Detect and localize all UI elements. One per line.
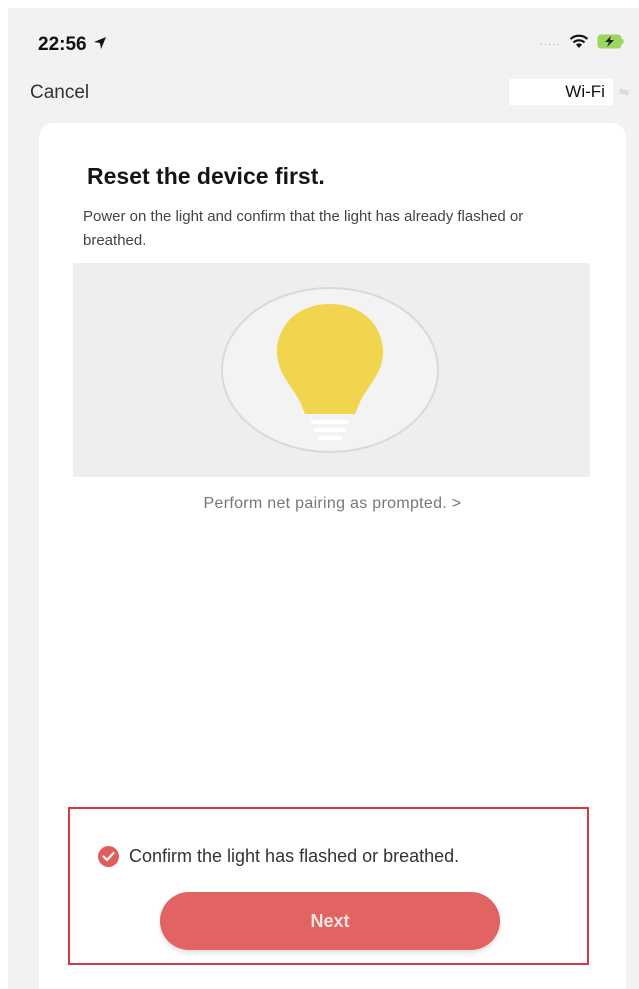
app-screen: 22:56 ····· Cancel Wi-Fi ⇋ Reset the dev… (8, 8, 639, 989)
confirm-label: Confirm the light has flashed or breathe… (129, 846, 460, 866)
check-icon (102, 851, 115, 862)
wifi-icon (569, 34, 589, 54)
confirm-checkbox[interactable] (98, 846, 119, 867)
location-arrow-icon (93, 34, 107, 56)
confirm-row[interactable]: Confirm the light has flashed or breathe… (98, 846, 459, 867)
instruction-text: Power on the light and confirm that the … (83, 208, 524, 249)
wifi-switch-icon: ⇋ (618, 85, 629, 99)
cancel-button[interactable]: Cancel (30, 82, 89, 104)
wifi-selector[interactable]: Wi-Fi ⇋ (509, 79, 629, 105)
wifi-label: Wi-Fi (509, 79, 613, 105)
net-pairing-link[interactable]: Perform net pairing as prompted. > (39, 495, 626, 513)
page-title: Reset the device first. (87, 163, 325, 189)
light-bulb-illustration (73, 263, 590, 477)
battery-charging-icon (597, 34, 625, 54)
next-button[interactable]: Next (160, 892, 500, 950)
status-bar-icons: ····· (539, 34, 625, 54)
status-time: 22:56 (38, 34, 87, 55)
status-bar-time-group: 22:56 (38, 34, 107, 56)
light-bulb-icon (221, 287, 439, 453)
signal-icon: ····· (539, 38, 561, 50)
